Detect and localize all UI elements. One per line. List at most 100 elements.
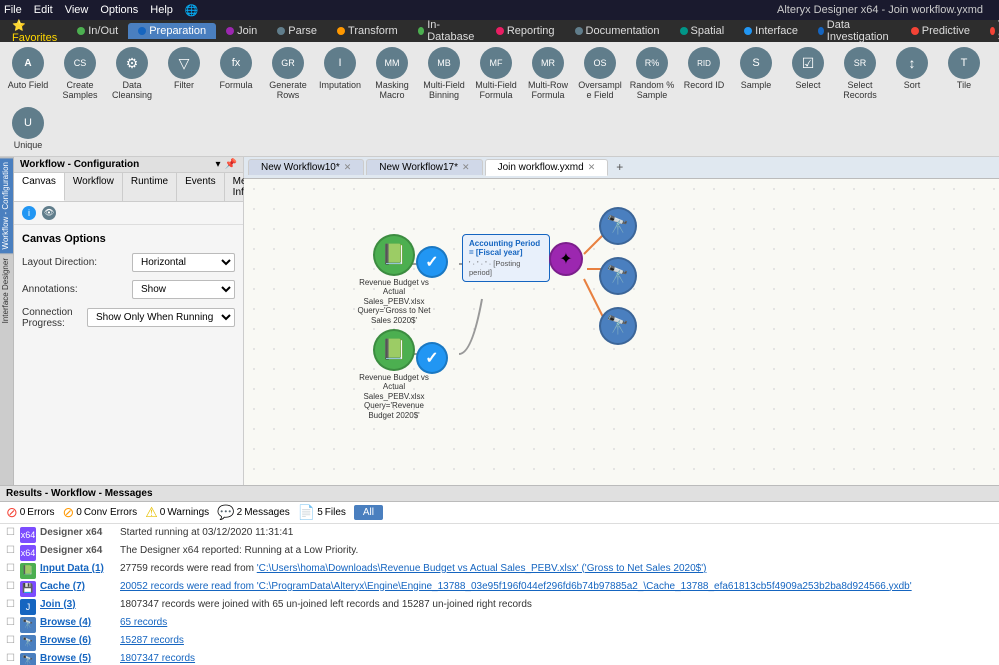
tool-auto-field[interactable]: A Auto Field (2, 44, 54, 94)
tool-oversample-field[interactable]: OS Oversample Field (574, 44, 626, 104)
layout-direction-select[interactable]: Horizontal Vertical (132, 253, 235, 272)
tool-data-cleansing[interactable]: ⚙ Data Cleansing (106, 44, 158, 104)
node-bino3[interactable]: 🔭 (599, 307, 637, 345)
node-purple1[interactable]: ✦ (549, 242, 583, 276)
tool-multi-field-formula[interactable]: MF Multi-Field Formula (470, 44, 522, 104)
node-check2[interactable]: ✓ (416, 342, 448, 374)
menu-options[interactable]: Options (100, 4, 138, 16)
config-tab-runtime[interactable]: Runtime (123, 173, 177, 201)
menu-view[interactable]: View (65, 4, 89, 16)
node-bino2[interactable]: 🔭 (599, 257, 637, 295)
log-checkbox[interactable]: ☐ (6, 545, 20, 556)
tool-imputation[interactable]: I Imputation (314, 44, 366, 94)
log-source[interactable]: Browse (5) (40, 653, 120, 664)
tab-datainvestigation[interactable]: Data Investigation (808, 17, 901, 45)
log-link-input1[interactable]: 'C:\Users\homa\Downloads\Revenue Budget … (257, 563, 707, 574)
tool-formula[interactable]: fx Formula (210, 44, 262, 94)
canvas-area[interactable]: 📗 Revenue Budget vs Actual Sales_PEBV.xl… (244, 179, 999, 485)
log-message: 15287 records (120, 635, 993, 646)
config-pin-icon[interactable]: 📌 (225, 159, 237, 170)
menu-globe[interactable]: 🌐 (185, 4, 199, 17)
node-bino1[interactable]: 🔭 (599, 207, 637, 245)
menu-file[interactable]: File (4, 4, 22, 16)
tool-create-samples[interactable]: CS Create Samples (54, 44, 106, 104)
log-source[interactable]: Browse (4) (40, 617, 120, 628)
connection-progress-label: Connection Progress: (22, 307, 87, 329)
tool-tile[interactable]: T Tile (938, 44, 990, 94)
canvas-tab-workflow17[interactable]: New Workflow17*✕ (366, 159, 482, 175)
bottom-panel: Results - Workflow - Messages ⊘ 0 Errors… (0, 485, 999, 665)
log-icon: J (20, 599, 36, 615)
node-join1[interactable]: Accounting Period = [Fiscal year] ' · ' … (462, 234, 550, 282)
log-link-browse5[interactable]: 1807347 records (120, 653, 195, 664)
tool-filter[interactable]: ▽ Filter (158, 44, 210, 94)
tool-masking-macro[interactable]: MM Masking Macro (366, 44, 418, 104)
node-input1-label: Revenue Budget vs Actual Sales_PEBV.xlsx… (354, 278, 434, 326)
log-source[interactable]: Join (3) (40, 599, 120, 610)
log-link-browse4[interactable]: 65 records (120, 617, 167, 628)
tab-indatabase[interactable]: In-Database (408, 17, 486, 45)
node-check1[interactable]: ✓ (416, 246, 448, 278)
log-link-cache[interactable]: 20052 records were read from 'C:\Program… (120, 581, 912, 592)
bottom-panel-title: Results - Workflow - Messages (6, 488, 153, 499)
tab-reporting[interactable]: Reporting (486, 23, 565, 39)
log-checkbox[interactable]: ☐ (6, 527, 20, 538)
tool-record-id[interactable]: RID Record ID (678, 44, 730, 94)
log-row: ☐ 📗 Input Data (1) 27759 records were re… (0, 562, 999, 580)
tab-inout[interactable]: In/Out (67, 23, 128, 39)
tab-favorites[interactable]: ⭐ Favorites (2, 17, 67, 46)
tab-timeseries[interactable]: Time Series (980, 17, 999, 45)
tool-select[interactable]: ☑ Select (782, 44, 834, 94)
menu-edit[interactable]: Edit (34, 4, 53, 16)
config-collapse-icon[interactable]: ▾ (216, 159, 221, 170)
log-source[interactable]: Input Data (1) (40, 563, 120, 574)
config-tab-events[interactable]: Events (177, 173, 225, 201)
menu-help[interactable]: Help (150, 4, 173, 16)
config-tab-canvas[interactable]: Canvas (14, 173, 65, 201)
tab-spatial[interactable]: Spatial (670, 23, 735, 39)
tab-documentation[interactable]: Documentation (565, 23, 670, 39)
badge-files: 📄 5 Files (298, 504, 346, 521)
log-checkbox[interactable]: ☐ (6, 617, 20, 628)
log-checkbox[interactable]: ☐ (6, 635, 20, 646)
tool-sort[interactable]: ↕ Sort (886, 44, 938, 94)
close-workflow10-icon[interactable]: ✕ (344, 162, 352, 172)
tool-multi-field-binning[interactable]: MB Multi-Field Binning (418, 44, 470, 104)
connection-progress-select[interactable]: Show Only When Running Always Show (87, 308, 235, 327)
tab-predictive[interactable]: Predictive (901, 23, 980, 39)
close-join-workflow-icon[interactable]: ✕ (588, 162, 596, 172)
tab-transform[interactable]: Transform (327, 23, 408, 39)
canvas-wrapper: New Workflow10*✕ New Workflow17*✕ Join w… (244, 157, 999, 485)
tab-parse[interactable]: Parse (267, 23, 327, 39)
canvas-add-tab-button[interactable]: + (610, 158, 629, 176)
tab-preparation[interactable]: Preparation (128, 23, 216, 39)
messages-count: 2 (237, 507, 243, 518)
canvas-tab-workflow10[interactable]: New Workflow10*✕ (248, 159, 364, 175)
close-workflow17-icon[interactable]: ✕ (462, 162, 470, 172)
tool-select-records[interactable]: SR Select Records (834, 44, 886, 104)
canvas-tab-join-workflow[interactable]: Join workflow.yxmd✕ (485, 159, 609, 176)
errors-label: Errors (27, 507, 54, 518)
tab-interface[interactable]: Interface (734, 23, 808, 39)
log-source: Designer x64 (40, 545, 120, 556)
vtab-workflow[interactable]: Workflow - Configuration (0, 157, 13, 253)
annotations-select[interactable]: Show Hide (132, 280, 235, 299)
log-checkbox[interactable]: ☐ (6, 581, 20, 592)
log-checkbox[interactable]: ☐ (6, 563, 20, 574)
tool-generate-rows[interactable]: GR Generate Rows (262, 44, 314, 104)
log-checkbox[interactable]: ☐ (6, 599, 20, 610)
log-link-browse6[interactable]: 15287 records (120, 635, 184, 646)
log-source[interactable]: Browse (6) (40, 635, 120, 646)
tool-multi-row-formula[interactable]: MR Multi-Row Formula (522, 44, 574, 104)
tool-sample[interactable]: S Sample (730, 44, 782, 94)
tab-join[interactable]: Join (216, 23, 267, 39)
eye-icon[interactable]: 👁 (42, 206, 56, 220)
config-tab-workflow[interactable]: Workflow (65, 173, 123, 201)
filter-tab-all[interactable]: All (354, 505, 383, 520)
tool-unique[interactable]: U Unique (2, 104, 54, 154)
vtab-interface[interactable]: Interface Designer (0, 253, 13, 327)
log-checkbox[interactable]: ☐ (6, 653, 20, 664)
log-source[interactable]: Cache (7) (40, 581, 120, 592)
tool-random-pct-sample[interactable]: R% Random % Sample (626, 44, 678, 104)
info-icon[interactable]: i (22, 206, 36, 220)
